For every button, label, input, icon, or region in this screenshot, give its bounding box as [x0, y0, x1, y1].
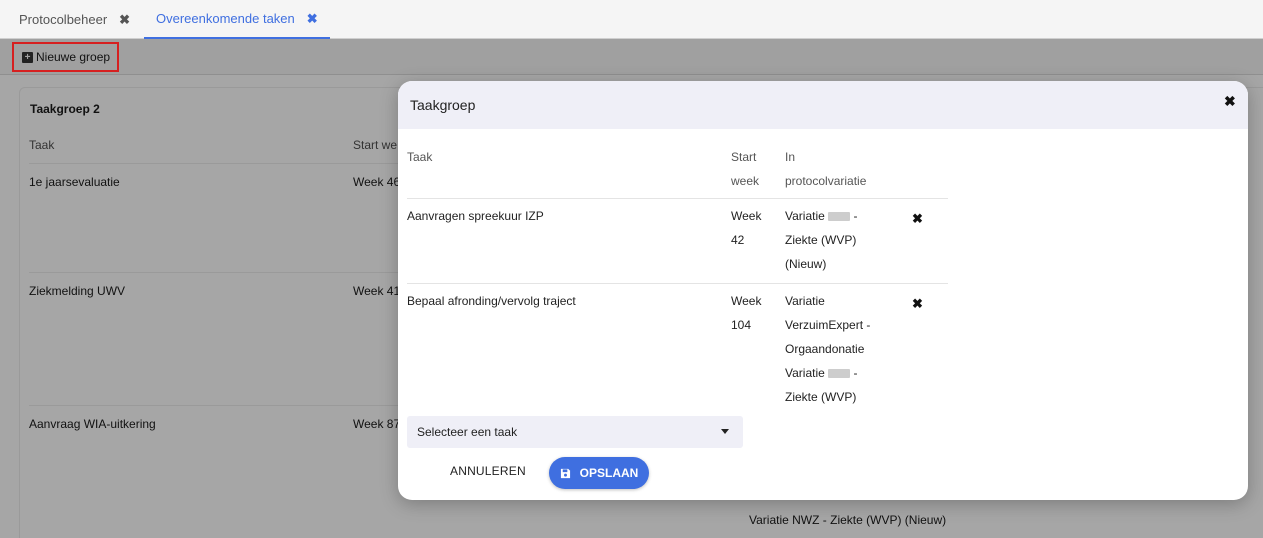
variation-line: Variatie - — [785, 204, 857, 228]
week-number: 42 — [731, 233, 745, 247]
tab-label: Overeenkomende taken — [156, 11, 295, 26]
column-header-protocol-variation: In protocolvariatie — [785, 145, 866, 193]
variation-prefix: Variatie — [785, 366, 825, 380]
variation-suffix: - — [853, 209, 858, 223]
variation-line: Ziekte (WVP) — [785, 233, 857, 247]
redacted-text — [828, 212, 851, 222]
column-header-task: Taak — [29, 138, 55, 152]
table-row-week: Week 41 — [353, 284, 401, 298]
column-header-start-week: Start we — [353, 138, 398, 152]
task-variation: Variatie VerzuimExpert - Orgaandonatie V… — [785, 289, 870, 409]
divider — [407, 283, 948, 284]
group-title: Taakgroep 2 — [30, 102, 100, 116]
floppy-disk-icon — [560, 468, 570, 478]
close-icon[interactable]: ✖ — [307, 11, 318, 27]
table-row-week: Week 46 — [353, 175, 401, 189]
divider — [407, 198, 948, 199]
tab-bar: Protocolbeheer ✖ Overeenkomende taken ✖ — [0, 0, 1263, 39]
task-group-dialog: Taakgroep ✖ Taak Start week In protocolv… — [398, 81, 1248, 500]
new-group-button[interactable]: + Nieuwe groep — [12, 42, 119, 72]
column-header-task: Taak — [407, 150, 433, 164]
remove-task-icon[interactable]: ✖ — [912, 296, 923, 312]
save-label: OPSLAAN — [579, 466, 639, 480]
plus-square-icon: + — [22, 51, 33, 63]
variation-line: Ziekte (WVP) — [785, 390, 857, 404]
variation-suffix: - — [853, 366, 858, 380]
divider — [29, 405, 409, 406]
task-week: Week 42 — [731, 204, 761, 252]
task-name: Aanvragen spreekuur IZP — [407, 209, 544, 223]
toolbar: + Nieuwe groep — [0, 39, 1263, 75]
tab-overeenkomende-taken[interactable]: Overeenkomende taken ✖ — [144, 0, 330, 39]
caret-down-icon — [721, 429, 729, 434]
task-week: Week 104 — [731, 289, 761, 337]
variation-line: VerzuimExpert - — [785, 318, 871, 332]
close-icon[interactable]: ✖ — [1224, 93, 1236, 110]
header-line: protocolvariatie — [785, 174, 867, 188]
variation-line: Orgaandonatie — [785, 342, 865, 356]
task-select[interactable]: Selecteer een taak — [407, 416, 743, 448]
remove-task-icon[interactable]: ✖ — [912, 211, 923, 227]
task-variation: Variatie - Ziekte (WVP) (Nieuw) — [785, 204, 857, 276]
variation-line: Variatie - — [785, 361, 870, 385]
cancel-button[interactable]: ANNULEREN — [450, 464, 526, 478]
table-row-task: Ziekmelding UWV — [29, 284, 126, 298]
table-row-task: Aanvraag WIA-uitkering — [29, 417, 156, 431]
week-number: 104 — [731, 318, 752, 332]
column-header-start-week: Start week — [731, 145, 759, 193]
redacted-text — [828, 369, 851, 379]
new-group-label: Nieuwe groep — [36, 50, 111, 64]
header-line: In — [785, 150, 796, 164]
variation-line: Variatie — [785, 294, 825, 308]
variation-text: Variatie NWZ - Ziekte (WVP) (Nieuw) — [749, 513, 947, 527]
dialog-title: Taakgroep — [410, 97, 476, 113]
close-icon[interactable]: ✖ — [119, 12, 130, 28]
divider — [29, 163, 409, 164]
dialog-header: Taakgroep ✖ — [398, 81, 1248, 129]
tab-label: Protocolbeheer — [19, 12, 108, 27]
select-value: Selecteer een taak — [417, 425, 518, 439]
week-label: Week — [731, 209, 762, 223]
week-label: Week — [731, 294, 762, 308]
tab-protocolbeheer[interactable]: Protocolbeheer ✖ — [19, 0, 130, 39]
table-row-week: Week 87 — [353, 417, 401, 431]
header-line: week — [731, 174, 760, 188]
variation-prefix: Variatie — [785, 209, 825, 223]
variation-line: (Nieuw) — [785, 257, 827, 271]
task-name: Bepaal afronding/vervolg traject — [407, 294, 576, 308]
table-row-task: 1e jaarsevaluatie — [29, 175, 120, 189]
save-button[interactable]: OPSLAAN — [549, 457, 649, 489]
divider — [29, 272, 409, 273]
header-line: Start — [731, 150, 757, 164]
